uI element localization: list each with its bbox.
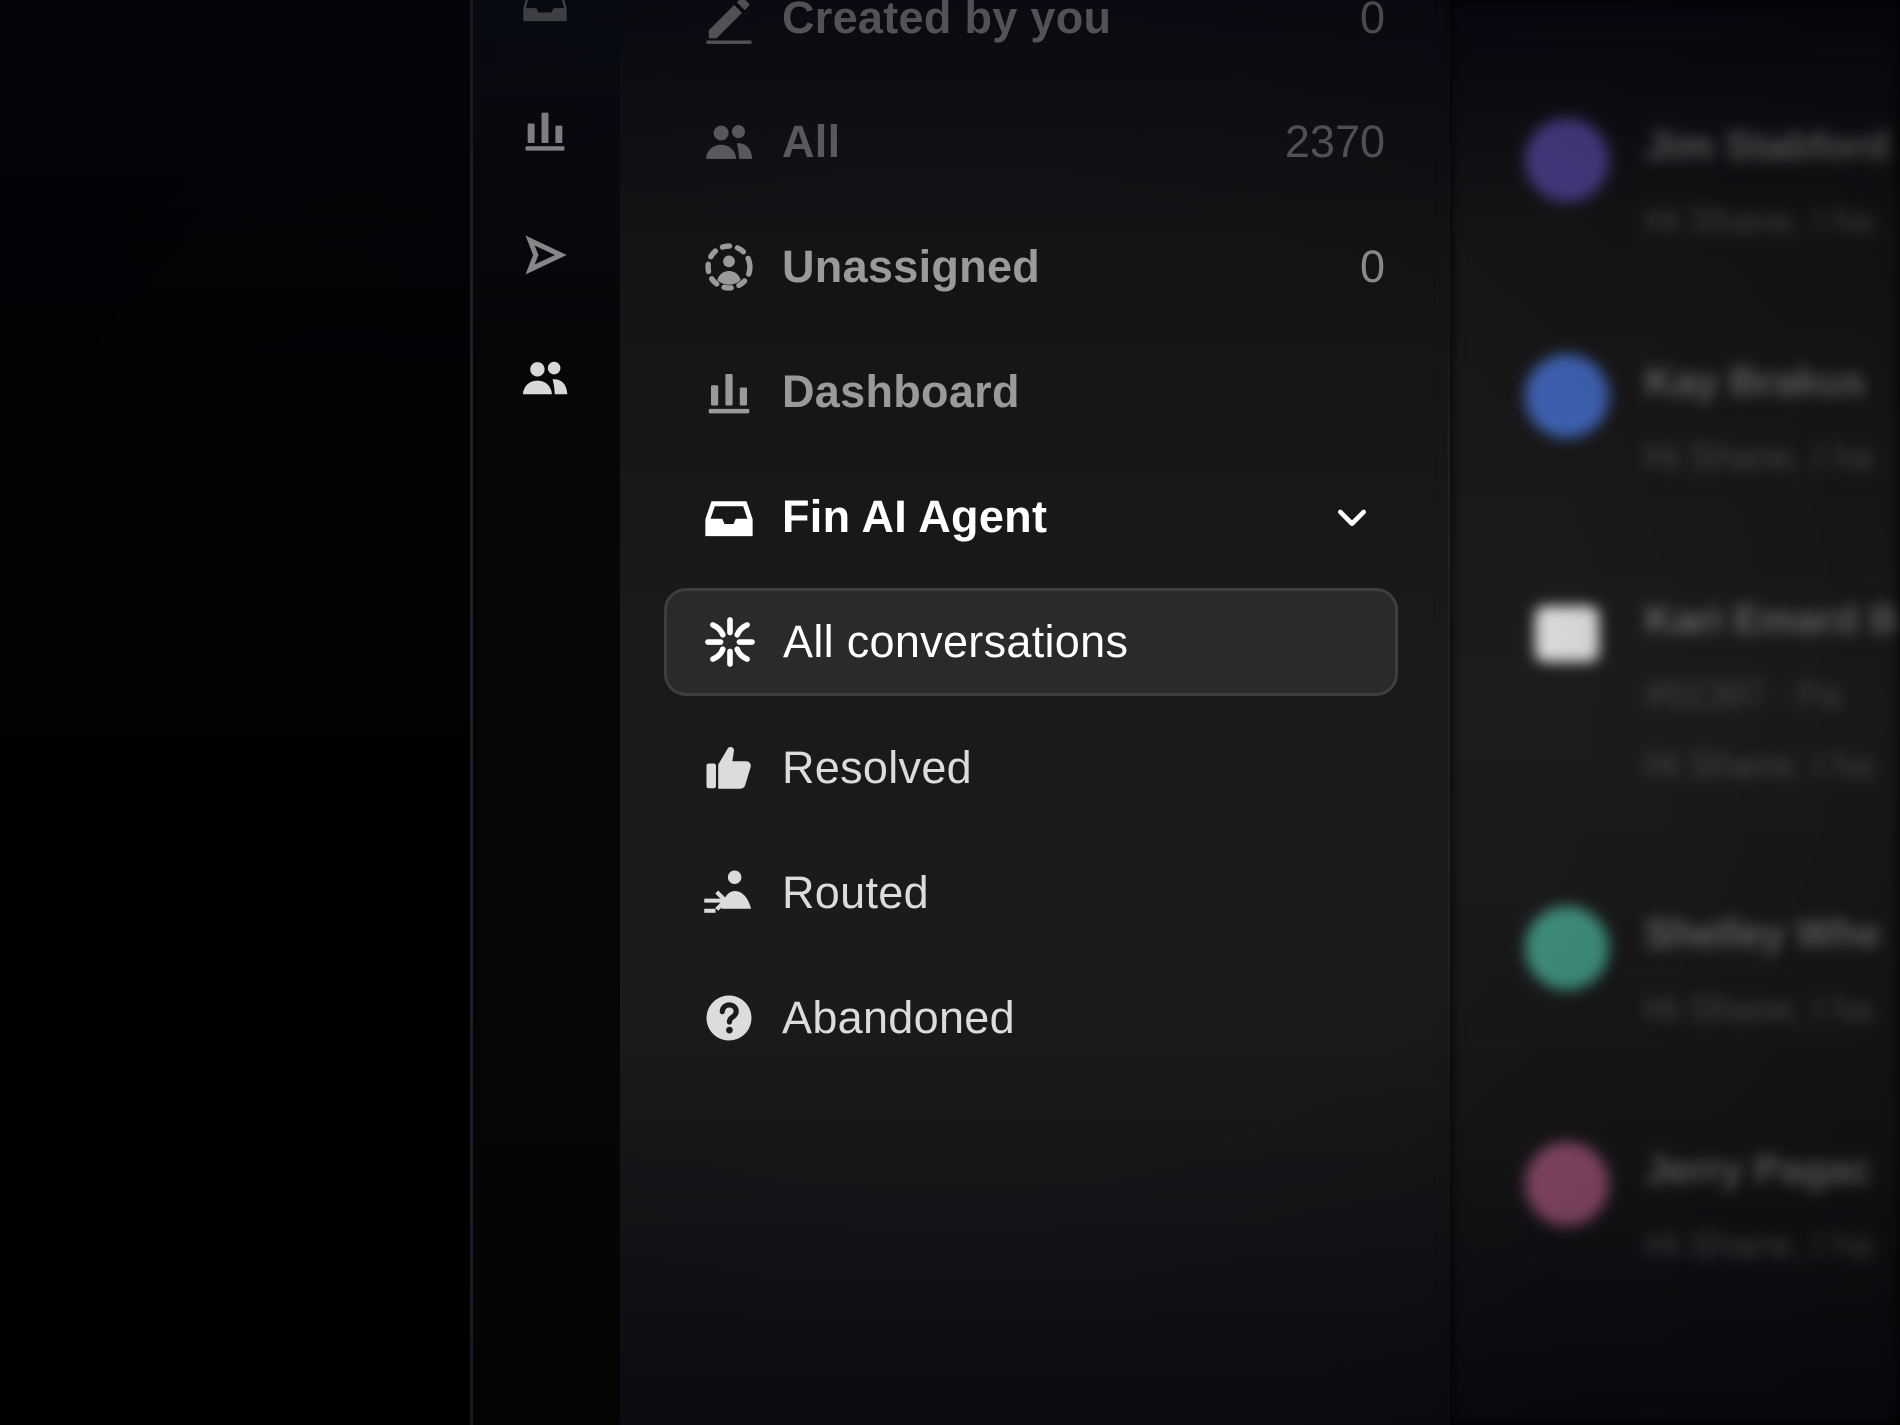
rail-divider <box>470 0 473 1425</box>
question-circle-icon <box>700 989 758 1047</box>
nav-item-all[interactable]: All 2370 <box>700 92 1385 192</box>
nav-subitem-label: Abandoned <box>782 992 1015 1043</box>
contact-name: Kay Brakus <box>1645 360 1866 404</box>
inbox-icon[interactable] <box>515 0 575 36</box>
avatar <box>1525 354 1609 438</box>
inbox-navigation-panel: Created by you 0 All 2370 Unassigned 0 D… <box>620 0 1450 1425</box>
nav-subitem-label: All conversations <box>783 616 1129 667</box>
nav-section-label: Fin AI Agent <box>782 491 1048 542</box>
outbound-send-icon[interactable] <box>515 225 575 285</box>
routed-person-icon <box>700 864 758 922</box>
icon-rail <box>470 0 620 1425</box>
nav-subitem-all-conversations[interactable]: All conversations <box>664 588 1398 696</box>
contact-name: Jim Stabford <box>1645 124 1890 168</box>
avatar <box>1525 906 1609 990</box>
nav-item-label: Dashboard <box>782 366 1020 417</box>
ticket-reference: #51397 · Pa <box>1645 674 1842 715</box>
nav-item-label: All <box>782 116 841 167</box>
nav-item-label: Created by you <box>782 0 1112 43</box>
message-preview: Hi Shane, I ha <box>1645 744 1874 785</box>
unassigned-person-icon <box>700 238 758 296</box>
avatar <box>1525 118 1609 202</box>
nav-item-unassigned[interactable]: Unassigned 0 <box>700 217 1385 317</box>
nav-section-fin-ai-agent[interactable]: Fin AI Agent <box>700 467 1385 567</box>
bar-chart-icon <box>700 363 758 421</box>
nav-item-dashboard[interactable]: Dashboard <box>700 342 1385 442</box>
thumbs-up-icon <box>700 739 758 797</box>
message-preview: Hi Shane, I ha <box>1645 436 1874 477</box>
message-preview: Hi Shane, I ha <box>1645 1224 1874 1265</box>
nav-subitem-label: Routed <box>782 867 929 918</box>
avatar <box>1535 606 1599 662</box>
reports-bar-chart-icon[interactable] <box>515 100 575 160</box>
contact-name: Jerry Pagac <box>1645 1148 1872 1192</box>
chevron-down-icon[interactable] <box>1329 494 1375 540</box>
nav-subitem-abandoned[interactable]: Abandoned <box>700 968 1385 1068</box>
people-icon <box>700 113 758 171</box>
nav-item-created-by-you[interactable]: Created by you 0 <box>700 0 1385 68</box>
nav-item-label: Unassigned <box>782 241 1041 292</box>
contacts-people-icon[interactable] <box>515 348 575 408</box>
nav-subitem-resolved[interactable]: Resolved <box>700 718 1385 818</box>
fin-burst-icon <box>701 613 759 671</box>
inbox-tray-icon <box>700 488 758 546</box>
nav-subitem-routed[interactable]: Routed <box>700 843 1385 943</box>
message-preview: Hi Shane, I ha <box>1645 988 1874 1029</box>
contact-name: Shelley Whe <box>1645 912 1881 956</box>
nav-item-count: 0 <box>1359 0 1385 43</box>
app-window: Created by you 0 All 2370 Unassigned 0 D… <box>0 0 1900 1425</box>
conversation-list: Jim Stabford Hi Shane, I ha Kay Brakus H… <box>1450 0 1900 1425</box>
pencil-icon <box>700 0 758 47</box>
nav-item-count: 2370 <box>1284 116 1385 167</box>
nav-item-count: 0 <box>1359 241 1385 292</box>
avatar <box>1525 1142 1609 1226</box>
left-backdrop <box>0 0 470 1425</box>
message-preview: Hi Shane, I ha <box>1645 200 1874 241</box>
contact-name: Kari Emard B <box>1645 598 1899 642</box>
nav-subitem-label: Resolved <box>782 742 973 793</box>
